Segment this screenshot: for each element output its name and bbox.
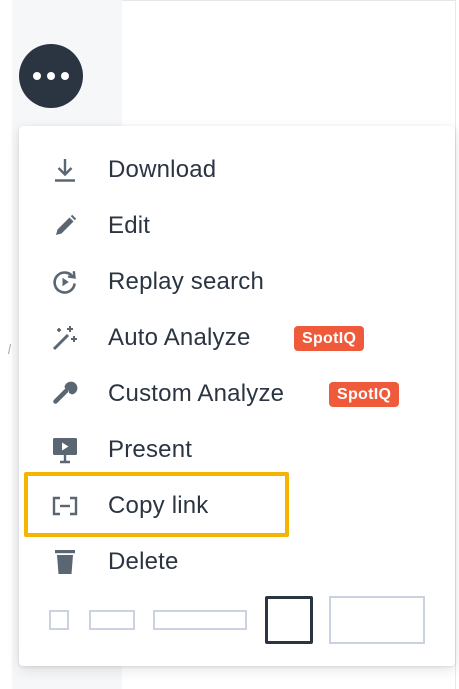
more-dot	[33, 72, 41, 80]
tile-size-options	[19, 596, 455, 644]
menu-item-replay-search[interactable]: Replay search	[19, 258, 455, 306]
menu-item-label: Download	[108, 156, 217, 183]
menu-item-label: Present	[108, 436, 193, 463]
menu-item-delete[interactable]: Delete	[19, 538, 455, 586]
download-icon	[51, 156, 79, 184]
more-dot	[61, 72, 69, 80]
menu-item-label: Auto Analyze	[108, 324, 251, 351]
replay-icon	[51, 268, 79, 296]
menu-item-label: Delete	[108, 548, 179, 575]
copy-link-highlight	[24, 472, 289, 537]
trash-icon	[51, 548, 79, 576]
actions-menu: Download Edit Replay search Auto Analyze…	[19, 126, 455, 666]
menu-item-label: Custom Analyze	[108, 380, 285, 407]
menu-item-download[interactable]: Download	[19, 146, 455, 194]
more-options-button[interactable]	[19, 44, 83, 108]
menu-item-edit[interactable]: Edit	[19, 202, 455, 250]
menu-item-custom-analyze[interactable]: Custom Analyze SpotIQ	[19, 370, 455, 418]
wrench-icon	[51, 380, 79, 408]
menu-item-label: Replay search	[108, 268, 265, 295]
size-option-xl[interactable]	[329, 596, 425, 644]
more-dot	[47, 72, 55, 80]
menu-item-auto-analyze[interactable]: Auto Analyze SpotIQ	[19, 314, 455, 362]
size-option-xs[interactable]	[49, 610, 69, 630]
spotiq-badge: SpotIQ	[329, 382, 400, 407]
presentation-icon	[51, 436, 79, 464]
pencil-icon	[51, 212, 79, 240]
menu-item-present[interactable]: Present	[19, 426, 455, 474]
magic-wand-icon	[51, 324, 79, 352]
size-option-l[interactable]	[265, 596, 313, 644]
right-edge	[455, 0, 459, 689]
spotiq-badge: SpotIQ	[294, 326, 365, 351]
menu-item-label: Edit	[108, 212, 151, 239]
size-option-s[interactable]	[89, 610, 135, 630]
size-option-m[interactable]	[153, 610, 247, 630]
